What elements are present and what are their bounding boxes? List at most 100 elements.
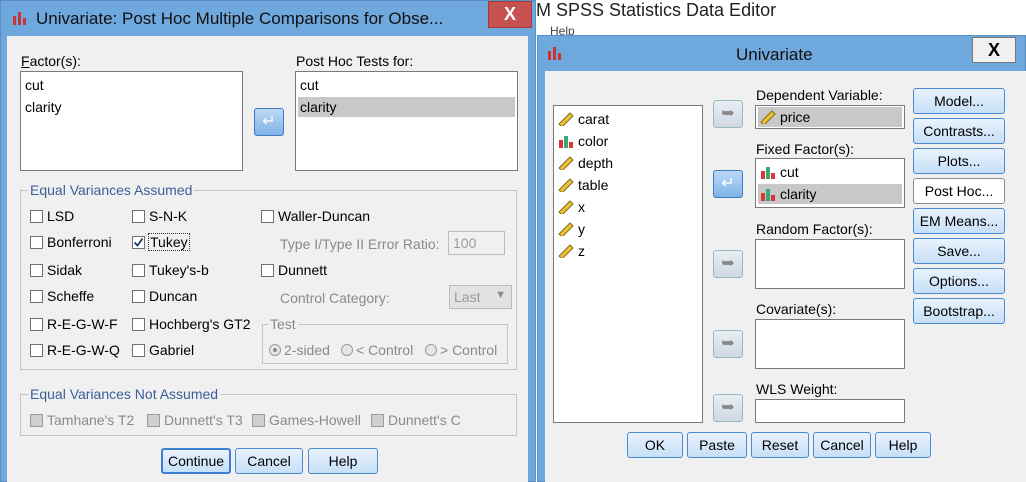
equal-variances-assumed-title: Equal Variances Assumed bbox=[28, 182, 195, 198]
variable-item-depth[interactable]: depth bbox=[558, 153, 613, 173]
lsd-label: LSD bbox=[47, 208, 75, 224]
list-item[interactable]: clarity bbox=[25, 97, 62, 117]
spss-data-editor-title: M SPSS Statistics Data Editor bbox=[536, 0, 777, 20]
contrasts-button[interactable]: Contrasts... bbox=[913, 118, 1005, 144]
variable-item-y[interactable]: y bbox=[558, 219, 585, 239]
dunnett-label: Dunnett bbox=[278, 262, 328, 278]
arrow-right-icon: ➥ bbox=[721, 255, 735, 272]
move-covariate-button[interactable]: ➥ bbox=[713, 330, 743, 358]
regwq-label: R-E-G-W-Q bbox=[47, 342, 120, 358]
fixed-factor-item-clarity[interactable]: clarity bbox=[758, 184, 902, 204]
reset-button[interactable]: Reset bbox=[751, 432, 809, 458]
snk-label: S-N-K bbox=[149, 208, 188, 224]
less-control-radio[interactable] bbox=[341, 344, 353, 356]
univariate-dialog-title: Univariate bbox=[736, 45, 813, 64]
dependent-variable-value[interactable]: price bbox=[758, 107, 902, 127]
variable-list[interactable]: carat color depth table x y z bbox=[553, 105, 703, 423]
regwq-checkbox[interactable] bbox=[30, 344, 43, 357]
dependent-variable-field[interactable]: price bbox=[755, 105, 905, 129]
factors-label: Factor(s): bbox=[21, 53, 81, 69]
bonferroni-checkbox[interactable] bbox=[30, 236, 43, 249]
move-random-factor-button[interactable]: ➥ bbox=[713, 250, 743, 278]
type-error-ratio-input[interactable]: 100 bbox=[448, 231, 505, 255]
scale-ruler-icon bbox=[558, 155, 574, 172]
games-howell-label: Games-Howell bbox=[269, 412, 361, 428]
dunnett-t3-label: Dunnett's T3 bbox=[164, 412, 243, 428]
control-category-select[interactable]: Last ▼ bbox=[449, 285, 512, 309]
spss-app-icon bbox=[12, 10, 28, 29]
posthoc-cancel-button[interactable]: Cancel bbox=[235, 448, 303, 474]
dunnett-t3-checkbox[interactable] bbox=[147, 414, 160, 427]
greater-control-radio[interactable] bbox=[425, 344, 437, 356]
posthoc-close-button[interactable]: X bbox=[488, 1, 532, 28]
scale-ruler-icon bbox=[558, 111, 574, 128]
move-wls-weight-button[interactable]: ➥ bbox=[713, 394, 743, 422]
dunnett-c-label: Dunnett's C bbox=[388, 412, 461, 428]
posthoc-help-button[interactable]: Help bbox=[308, 448, 378, 474]
random-factors-list[interactable] bbox=[755, 239, 905, 289]
gabriel-checkbox[interactable] bbox=[132, 344, 145, 357]
hochberg-label: Hochberg's GT2 bbox=[149, 316, 251, 332]
fixed-factor-item-cut[interactable]: cut bbox=[760, 162, 799, 182]
duncan-checkbox[interactable] bbox=[132, 290, 145, 303]
lsd-checkbox[interactable] bbox=[30, 210, 43, 223]
dunnett-checkbox[interactable] bbox=[261, 264, 274, 277]
variable-item-carat[interactable]: carat bbox=[558, 109, 609, 129]
univariate-cancel-button[interactable]: Cancel bbox=[813, 432, 871, 458]
hochberg-checkbox[interactable] bbox=[132, 318, 145, 331]
bootstrap-button[interactable]: Bootstrap... bbox=[913, 298, 1005, 324]
variable-item-z[interactable]: z bbox=[558, 241, 585, 261]
duncan-label: Duncan bbox=[149, 288, 198, 304]
bar-chart-icon bbox=[760, 164, 776, 179]
two-sided-radio[interactable] bbox=[269, 344, 281, 356]
paste-button[interactable]: Paste bbox=[687, 432, 747, 458]
chevron-down-icon: ▼ bbox=[495, 289, 506, 301]
model-button[interactable]: Model... bbox=[913, 88, 1005, 114]
wls-weight-field[interactable] bbox=[755, 399, 905, 423]
scheffe-checkbox[interactable] bbox=[30, 290, 43, 303]
tukey-checkbox[interactable] bbox=[132, 236, 145, 249]
ok-button[interactable]: OK bbox=[627, 432, 683, 458]
tukeys-b-checkbox[interactable] bbox=[132, 264, 145, 277]
tamhane-label: Tamhane's T2 bbox=[47, 412, 135, 428]
variable-item-x[interactable]: x bbox=[558, 197, 585, 217]
list-item[interactable]: cut bbox=[300, 75, 319, 95]
factors-list[interactable]: cut clarity bbox=[20, 71, 243, 171]
covariates-list[interactable] bbox=[755, 319, 905, 369]
regwf-checkbox[interactable] bbox=[30, 318, 43, 331]
continue-button[interactable]: Continue bbox=[161, 448, 231, 474]
variable-item-color[interactable]: color bbox=[558, 131, 608, 151]
variable-item-table[interactable]: table bbox=[558, 175, 608, 195]
arrow-right-icon: ➥ bbox=[721, 105, 735, 122]
move-fixed-factor-button[interactable]: ↵ bbox=[713, 170, 743, 198]
list-item[interactable]: cut bbox=[25, 75, 44, 95]
sidak-checkbox[interactable] bbox=[30, 264, 43, 277]
bar-chart-icon bbox=[558, 133, 574, 148]
tamhane-checkbox[interactable] bbox=[30, 414, 43, 427]
posthoc-tests-for-label: Post Hoc Tests for: bbox=[296, 53, 414, 69]
move-to-posthoc-button[interactable]: ↵ bbox=[254, 108, 284, 136]
plots-button[interactable]: Plots... bbox=[913, 148, 1005, 174]
fixed-factors-list[interactable]: cut clarity bbox=[755, 158, 905, 208]
univariate-help-button[interactable]: Help bbox=[875, 432, 931, 458]
scale-ruler-icon bbox=[558, 177, 574, 194]
list-item-selected[interactable]: clarity bbox=[298, 97, 515, 117]
waller-duncan-checkbox[interactable] bbox=[261, 210, 274, 223]
scale-ruler-icon bbox=[558, 243, 574, 260]
tukey-label: Tukey bbox=[148, 233, 190, 251]
save-button[interactable]: Save... bbox=[913, 238, 1005, 264]
dunnett-c-checkbox[interactable] bbox=[371, 414, 384, 427]
post-hoc-button[interactable]: Post Hoc... bbox=[913, 178, 1005, 204]
em-means-button[interactable]: EM Means... bbox=[913, 208, 1005, 234]
dependent-variable-label: Dependent Variable: bbox=[756, 87, 883, 103]
games-howell-checkbox[interactable] bbox=[252, 414, 265, 427]
posthoc-dialog-title: Univariate: Post Hoc Multiple Comparison… bbox=[36, 9, 444, 28]
snk-checkbox[interactable] bbox=[132, 210, 145, 223]
less-control-label: < Control bbox=[356, 342, 414, 358]
posthoc-tests-for-list[interactable]: cut clarity bbox=[295, 71, 518, 171]
random-factors-label: Random Factor(s): bbox=[756, 221, 873, 237]
univariate-close-button[interactable]: X bbox=[972, 37, 1016, 63]
tukeys-b-label: Tukey's-b bbox=[149, 262, 209, 278]
options-button[interactable]: Options... bbox=[913, 268, 1005, 294]
move-dependent-button[interactable]: ➥ bbox=[713, 100, 743, 128]
